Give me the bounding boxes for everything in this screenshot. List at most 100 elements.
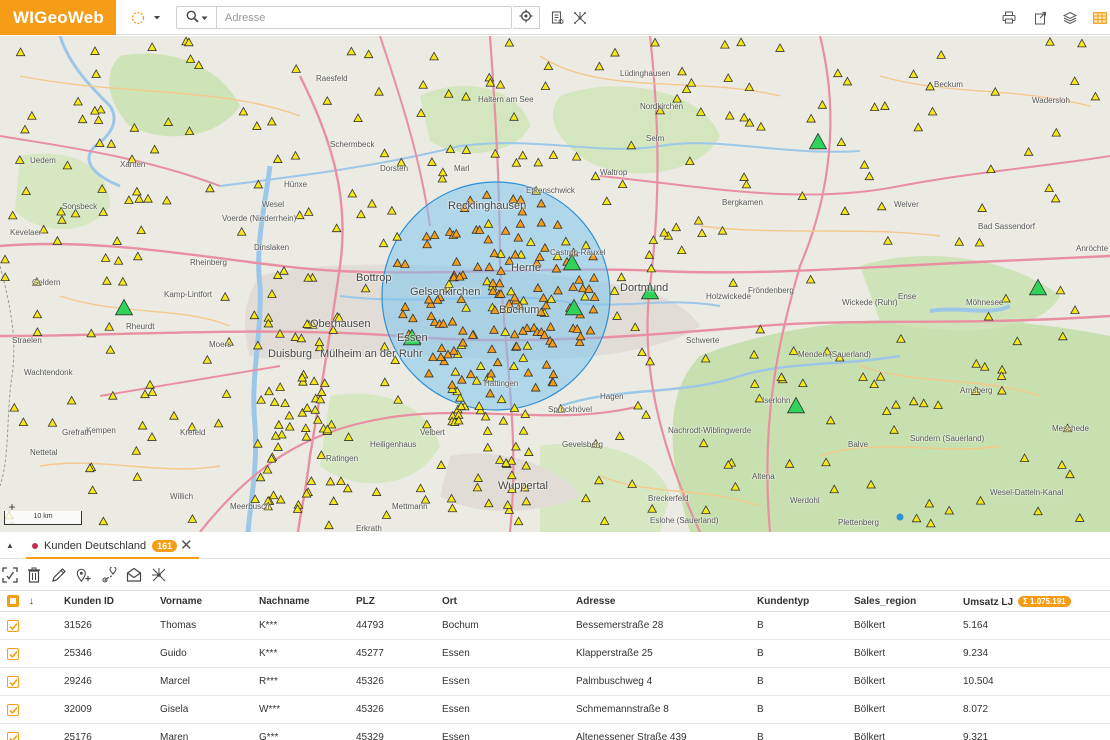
place-label: Plettenberg bbox=[838, 518, 879, 527]
cell-ort: Bochum bbox=[442, 620, 479, 631]
app-logo: WIGeoWeb bbox=[0, 0, 116, 35]
network-icon[interactable] bbox=[572, 7, 588, 28]
document-icon[interactable] bbox=[549, 7, 565, 28]
place-label: Nachrodt-Wiblingwerde bbox=[668, 426, 752, 435]
place-label: Rheinberg bbox=[190, 258, 227, 267]
cell-nachname: K*** bbox=[259, 648, 278, 659]
column-header[interactable]: Kunden ID bbox=[64, 596, 114, 607]
route-icon[interactable] bbox=[101, 567, 117, 583]
row-checkbox[interactable] bbox=[7, 704, 19, 716]
export-icon[interactable] bbox=[1032, 7, 1048, 28]
chevron-down-icon[interactable] bbox=[151, 7, 163, 28]
place-label: Erkenschwick bbox=[526, 186, 575, 195]
place-label: Gelsenkirchen bbox=[410, 286, 481, 298]
cell-adresse: Schmemannstraße 8 bbox=[576, 704, 669, 715]
cell-region: Bölkert bbox=[854, 732, 886, 740]
cell-id: 25176 bbox=[64, 732, 92, 740]
place-label: Hagen bbox=[600, 392, 624, 401]
table-row[interactable]: 29246 Marcel R*** 45326 Essen Palmbuschweg 4 B… bbox=[0, 668, 1110, 696]
add-location-icon[interactable] bbox=[76, 567, 92, 583]
cell-adresse: Palmbuschweg 4 bbox=[576, 676, 653, 687]
select-area-icon[interactable] bbox=[2, 567, 18, 583]
place-label: Dortmund bbox=[620, 282, 669, 294]
table-row[interactable]: 25346 Guido K*** 45277 Essen Klapperstraße 25… bbox=[0, 640, 1110, 668]
network-icon[interactable] bbox=[151, 567, 167, 583]
table-icon[interactable] bbox=[1092, 7, 1108, 28]
place-label: Wuppertal bbox=[498, 480, 548, 492]
row-checkbox[interactable] bbox=[7, 648, 19, 660]
tab-kunden-deutschland[interactable]: Kunden Deutschland 161 bbox=[26, 534, 199, 559]
place-label: Straelen bbox=[12, 336, 42, 345]
cell-nachname: R*** bbox=[259, 676, 278, 687]
envelope-icon[interactable] bbox=[126, 567, 142, 583]
place-label: Breckerfeld bbox=[648, 494, 689, 503]
place-label: Heiligenhaus bbox=[370, 440, 417, 449]
cell-umsatz: 8.072 bbox=[963, 704, 989, 715]
place-label: Sonsbeck bbox=[62, 202, 98, 211]
cell-typ: B bbox=[757, 704, 764, 715]
cell-nachname: K*** bbox=[259, 620, 278, 631]
place-label: Haltern am See bbox=[478, 95, 534, 104]
place-label: Selm bbox=[646, 134, 665, 143]
cell-vorname: Marcel bbox=[160, 676, 191, 687]
place-label: Nordkirchen bbox=[640, 102, 684, 111]
trash-icon[interactable] bbox=[26, 567, 42, 583]
place-label: Wesel-Datteln-Kanal bbox=[990, 488, 1064, 497]
cell-typ: B bbox=[757, 676, 764, 687]
row-checkbox[interactable] bbox=[7, 732, 19, 740]
cell-vorname: Thomas bbox=[160, 620, 197, 631]
column-header[interactable]: Ort bbox=[442, 596, 457, 607]
table-row[interactable]: 25176 Maren G*** 45329 Essen Altenessener Str… bbox=[0, 724, 1110, 740]
cell-id: 25346 bbox=[64, 648, 92, 659]
address-input[interactable] bbox=[217, 7, 511, 28]
place-label: Wachtendonk bbox=[24, 368, 73, 377]
locate-button[interactable] bbox=[513, 6, 540, 29]
select-all-checkbox[interactable] bbox=[7, 595, 19, 607]
layers-icon[interactable] bbox=[1062, 7, 1078, 28]
column-header[interactable]: Adresse bbox=[576, 596, 615, 607]
cell-plz: 45326 bbox=[356, 676, 384, 687]
cell-umsatz: 5.164 bbox=[963, 620, 989, 631]
table-row[interactable]: 32009 Gisela W*** 45326 Essen Schmemannstraße… bbox=[0, 696, 1110, 724]
print-icon[interactable] bbox=[1000, 7, 1018, 28]
column-header[interactable]: Nachname bbox=[259, 596, 310, 607]
collapse-panel-icon[interactable]: ▲ bbox=[6, 541, 14, 550]
search-mode-dropdown[interactable] bbox=[177, 7, 217, 28]
close-icon[interactable]: ✕ bbox=[180, 538, 193, 553]
cell-typ: B bbox=[757, 648, 764, 659]
place-label: Meerbusch bbox=[230, 502, 270, 511]
column-header[interactable]: PLZ bbox=[356, 596, 375, 607]
table-row[interactable]: 31526 Thomas K*** 44793 Bochum Bessemerstraße… bbox=[0, 612, 1110, 640]
cell-umsatz: 9.321 bbox=[963, 732, 989, 740]
place-label: Sprockhövel bbox=[548, 405, 593, 414]
spinner-icon[interactable] bbox=[130, 7, 146, 28]
scale-bar: 10 km bbox=[4, 511, 82, 525]
place-label: Wadersloh bbox=[1032, 96, 1070, 105]
place-label: Werdohl bbox=[790, 496, 820, 505]
row-checkbox[interactable] bbox=[7, 676, 19, 688]
place-label: Arnsberg bbox=[960, 386, 993, 395]
chevron-down-icon bbox=[201, 12, 208, 24]
column-header[interactable]: Sales_region bbox=[854, 596, 916, 607]
place-label: Rheurdt bbox=[126, 322, 155, 331]
map-basemap bbox=[0, 36, 1110, 532]
cell-region: Bölkert bbox=[854, 676, 886, 687]
sort-indicator[interactable]: ↓ bbox=[29, 596, 34, 607]
cell-umsatz: 10.504 bbox=[963, 676, 994, 687]
place-label: Waltrop bbox=[600, 168, 628, 177]
column-header[interactable]: Vorname bbox=[160, 596, 202, 607]
row-checkbox[interactable] bbox=[7, 620, 19, 632]
place-label: Gevelsberg bbox=[562, 440, 603, 449]
place-label: Schermbeck bbox=[330, 140, 375, 149]
cell-adresse: Klapperstraße 25 bbox=[576, 648, 653, 659]
pencil-icon[interactable] bbox=[51, 567, 67, 583]
place-label: Mülheim an der Ruhr bbox=[320, 348, 423, 360]
cell-vorname: Guido bbox=[160, 648, 187, 659]
cell-region: Bölkert bbox=[854, 648, 886, 659]
column-header[interactable]: Umsatz LJ Σ 1.075.191 bbox=[963, 596, 1071, 608]
cell-ort: Essen bbox=[442, 676, 470, 687]
column-header[interactable]: Kundentyp bbox=[757, 596, 809, 607]
map-view[interactable]: Haltern am See Lüdinghausen Nordkirchen … bbox=[0, 36, 1110, 532]
sum-badge: Σ 1.075.191 bbox=[1018, 596, 1071, 607]
place-label: Willich bbox=[170, 492, 194, 501]
